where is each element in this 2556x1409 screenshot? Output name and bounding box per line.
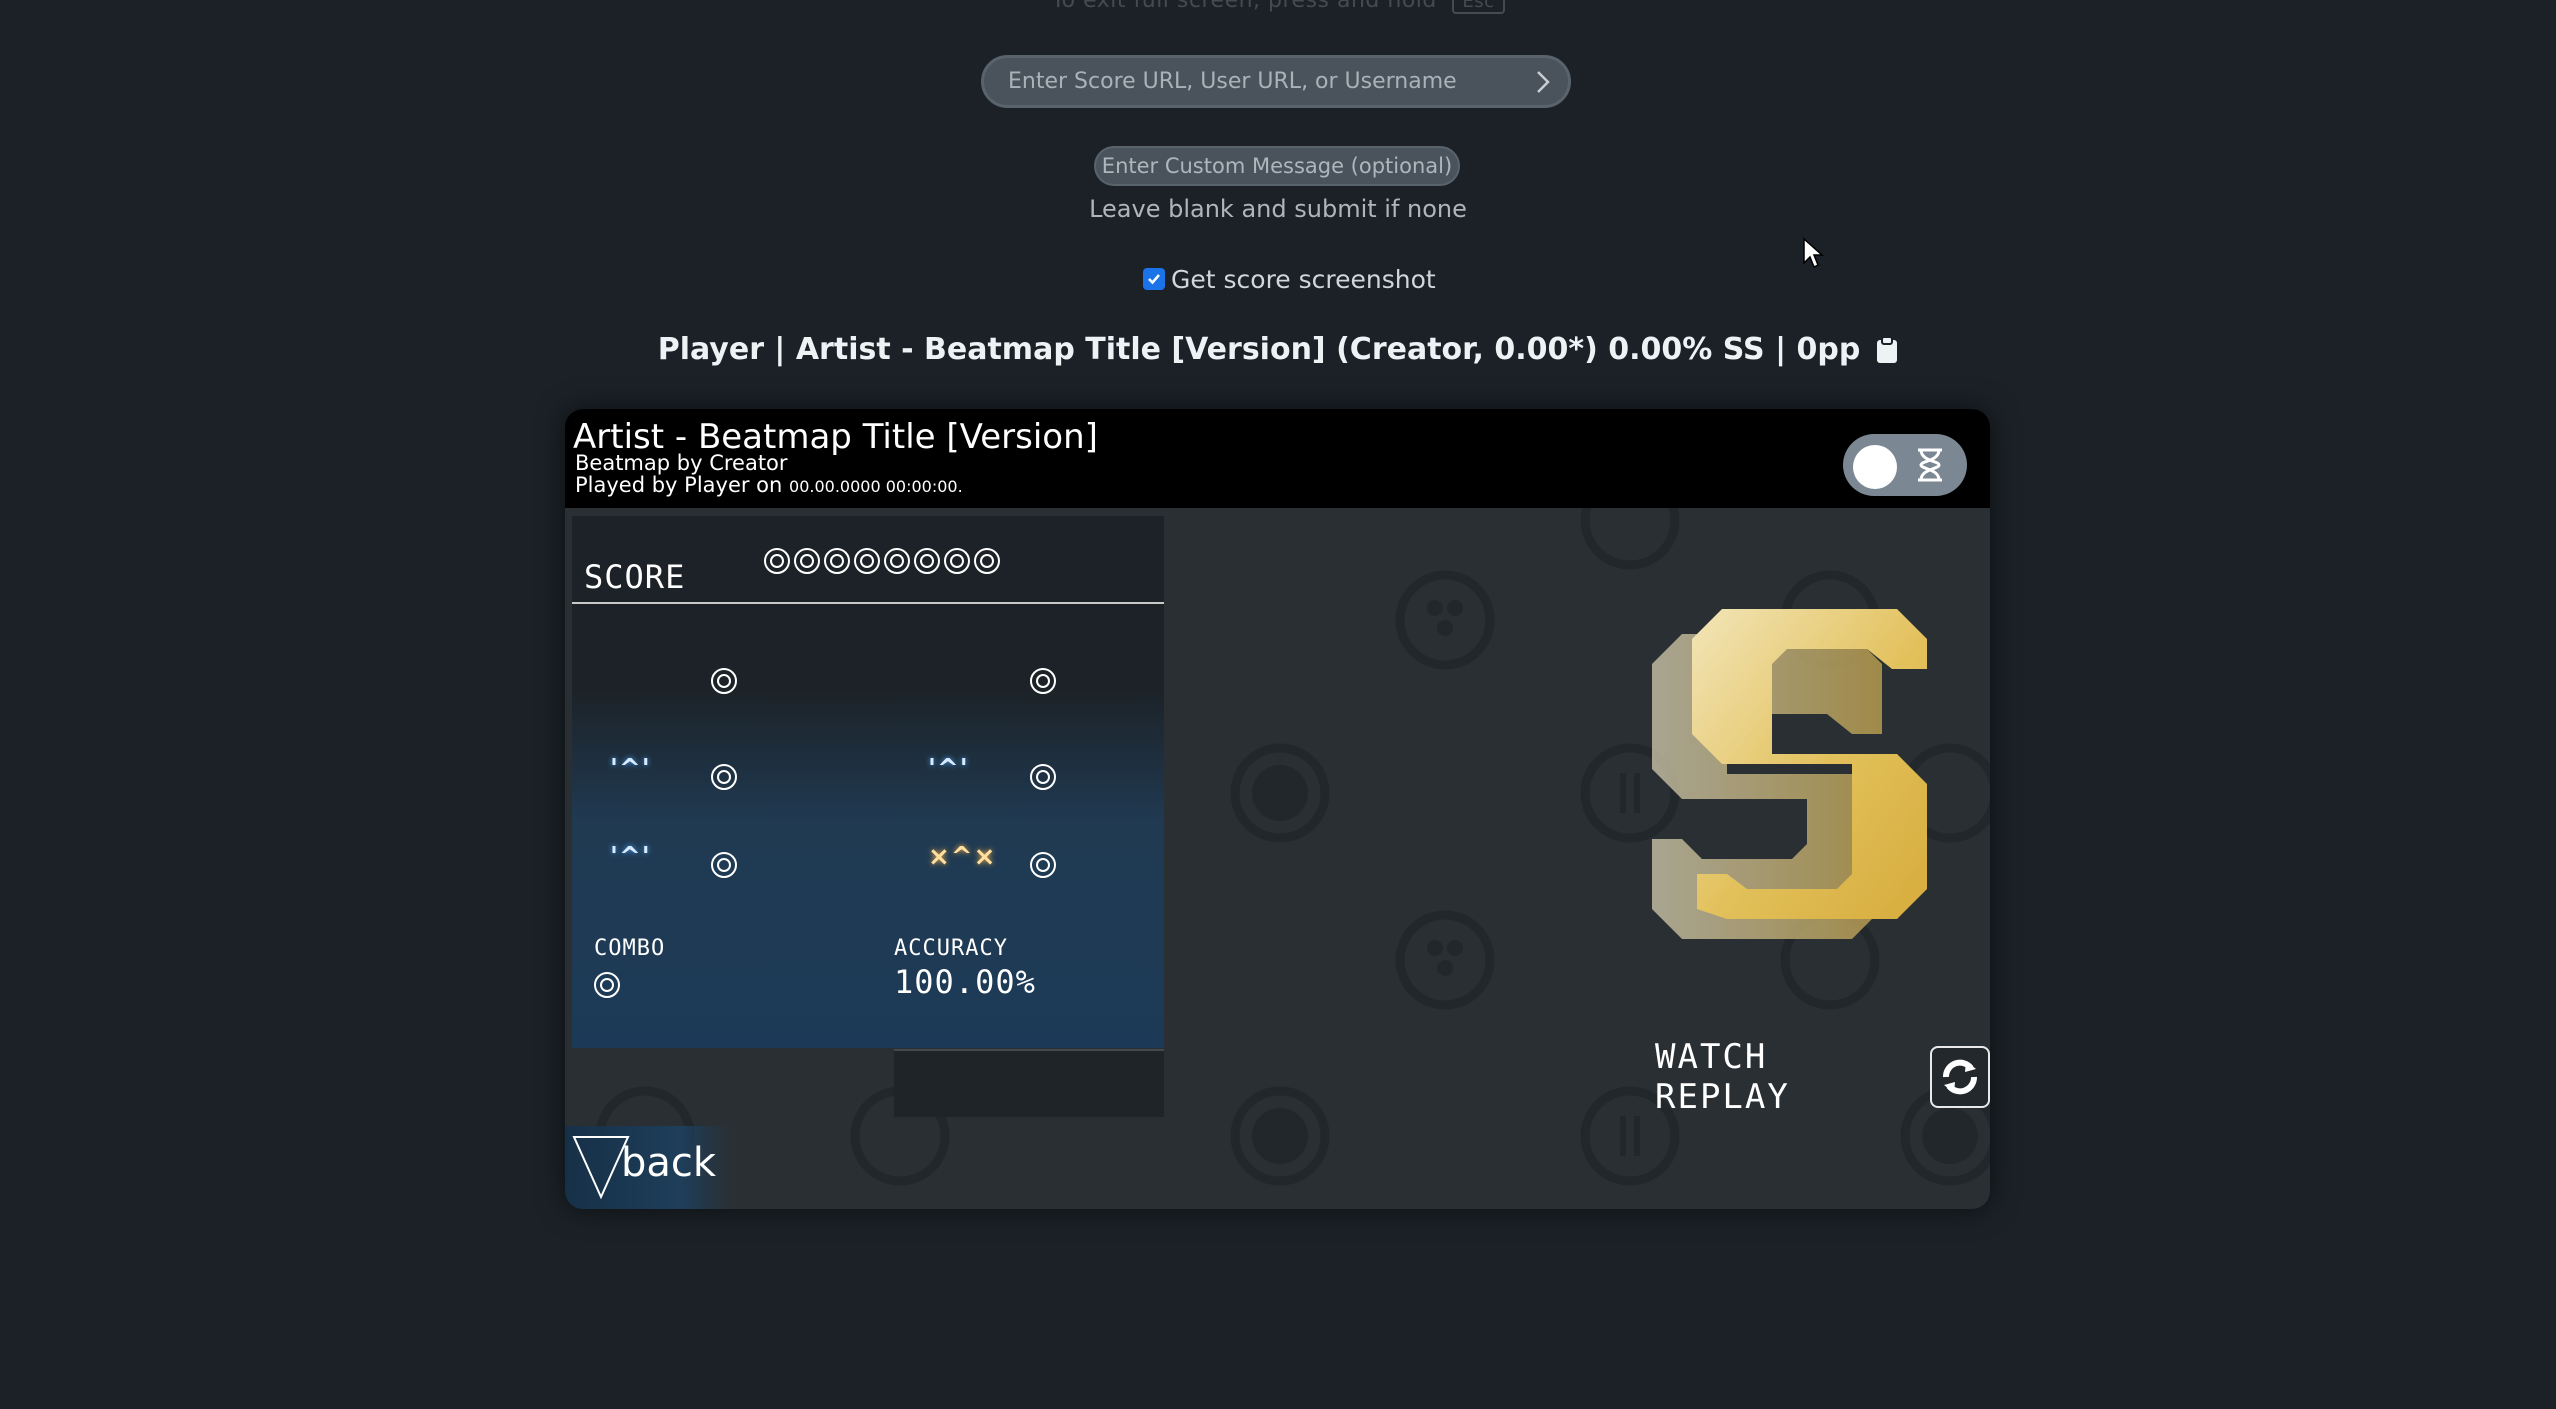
count-katu xyxy=(1030,764,1056,790)
score-digit xyxy=(914,548,940,574)
copy-button[interactable] xyxy=(1876,335,1898,364)
combo-label: COMBO xyxy=(594,936,666,961)
clipboard-icon xyxy=(1877,335,1898,363)
score-label: SCORE xyxy=(584,558,686,596)
replay-icon xyxy=(1942,1059,1977,1095)
replay-button[interactable] xyxy=(1929,1046,1990,1108)
back-button[interactable]: back xyxy=(565,1126,731,1209)
fullscreen-hint: To exit full screen, press and hold Esc xyxy=(0,0,2556,14)
played-by-line: Played by Player on 00.00.0000 00:00:00. xyxy=(575,473,963,497)
performance-graph xyxy=(894,1049,1164,1117)
check-icon xyxy=(1148,274,1160,285)
score-value xyxy=(764,548,1000,574)
screenshot-label[interactable]: Get score screenshot xyxy=(1171,265,1436,294)
hit-50-icon: '^' xyxy=(610,842,651,872)
score-digit xyxy=(884,548,910,574)
results-panel: SCORE '^' '^' '^' ×^× COMBO ACCURACY 100… xyxy=(572,516,1164,1048)
card-header: Artist - Beatmap Title [Version] Beatmap… xyxy=(565,409,1990,508)
count-50 xyxy=(711,852,737,878)
watch-replay-label[interactable]: WATCH REPLAY xyxy=(1655,1037,1918,1117)
count-100 xyxy=(711,764,737,790)
combo-value xyxy=(594,972,620,998)
time-toggle[interactable] xyxy=(1843,434,1967,496)
watch-replay[interactable]: WATCH REPLAY xyxy=(1655,1037,1990,1117)
fullscreen-hint-text: To exit full screen, press and hold xyxy=(1051,0,1437,13)
played-by-text: Played by Player on xyxy=(575,473,790,497)
score-url-input[interactable] xyxy=(984,68,1518,95)
miss-icon: ×^× xyxy=(928,842,997,872)
screenshot-checkbox[interactable] xyxy=(1143,268,1165,290)
message-help-text: Leave blank and submit if none xyxy=(1089,195,1467,223)
score-divider xyxy=(572,602,1164,604)
accuracy-value: 100.00% xyxy=(894,963,1036,1001)
count-geki xyxy=(1030,668,1056,694)
submit-button[interactable] xyxy=(1518,58,1568,105)
hit-katu-icon: '^' xyxy=(928,754,969,784)
score-digit xyxy=(764,548,790,574)
score-digit xyxy=(944,548,970,574)
score-summary-text: Player | Artist - Beatmap Title [Version… xyxy=(657,332,1861,367)
hit-300-icon: '^' xyxy=(610,754,651,784)
played-date: 00.00.0000 00:00:00. xyxy=(789,477,963,496)
accuracy-label: ACCURACY xyxy=(894,936,1008,961)
score-digit xyxy=(824,548,850,574)
back-label[interactable]: back xyxy=(621,1140,716,1186)
custom-message-input[interactable] xyxy=(1096,153,1458,179)
chevron-right-icon xyxy=(1537,70,1550,93)
cursor-icon xyxy=(1803,237,1824,269)
mapper-line: Beatmap by Creator xyxy=(575,451,788,475)
hourglass-icon xyxy=(1918,448,1942,482)
rank-s-letter xyxy=(1652,609,1927,939)
count-miss xyxy=(1030,852,1056,878)
toggle-knob xyxy=(1853,445,1897,489)
screenshot-option[interactable]: Get score screenshot xyxy=(1143,263,1436,295)
custom-message-field[interactable] xyxy=(1094,146,1460,186)
score-digit xyxy=(974,548,1000,574)
score-url-field[interactable] xyxy=(981,55,1571,108)
count-300 xyxy=(711,668,737,694)
score-card: Artist - Beatmap Title [Version] Beatmap… xyxy=(565,409,1990,1209)
score-digit xyxy=(854,548,880,574)
score-digit xyxy=(794,548,820,574)
score-summary: Player | Artist - Beatmap Title [Version… xyxy=(0,332,2556,367)
esc-key: Esc xyxy=(1452,0,1505,14)
